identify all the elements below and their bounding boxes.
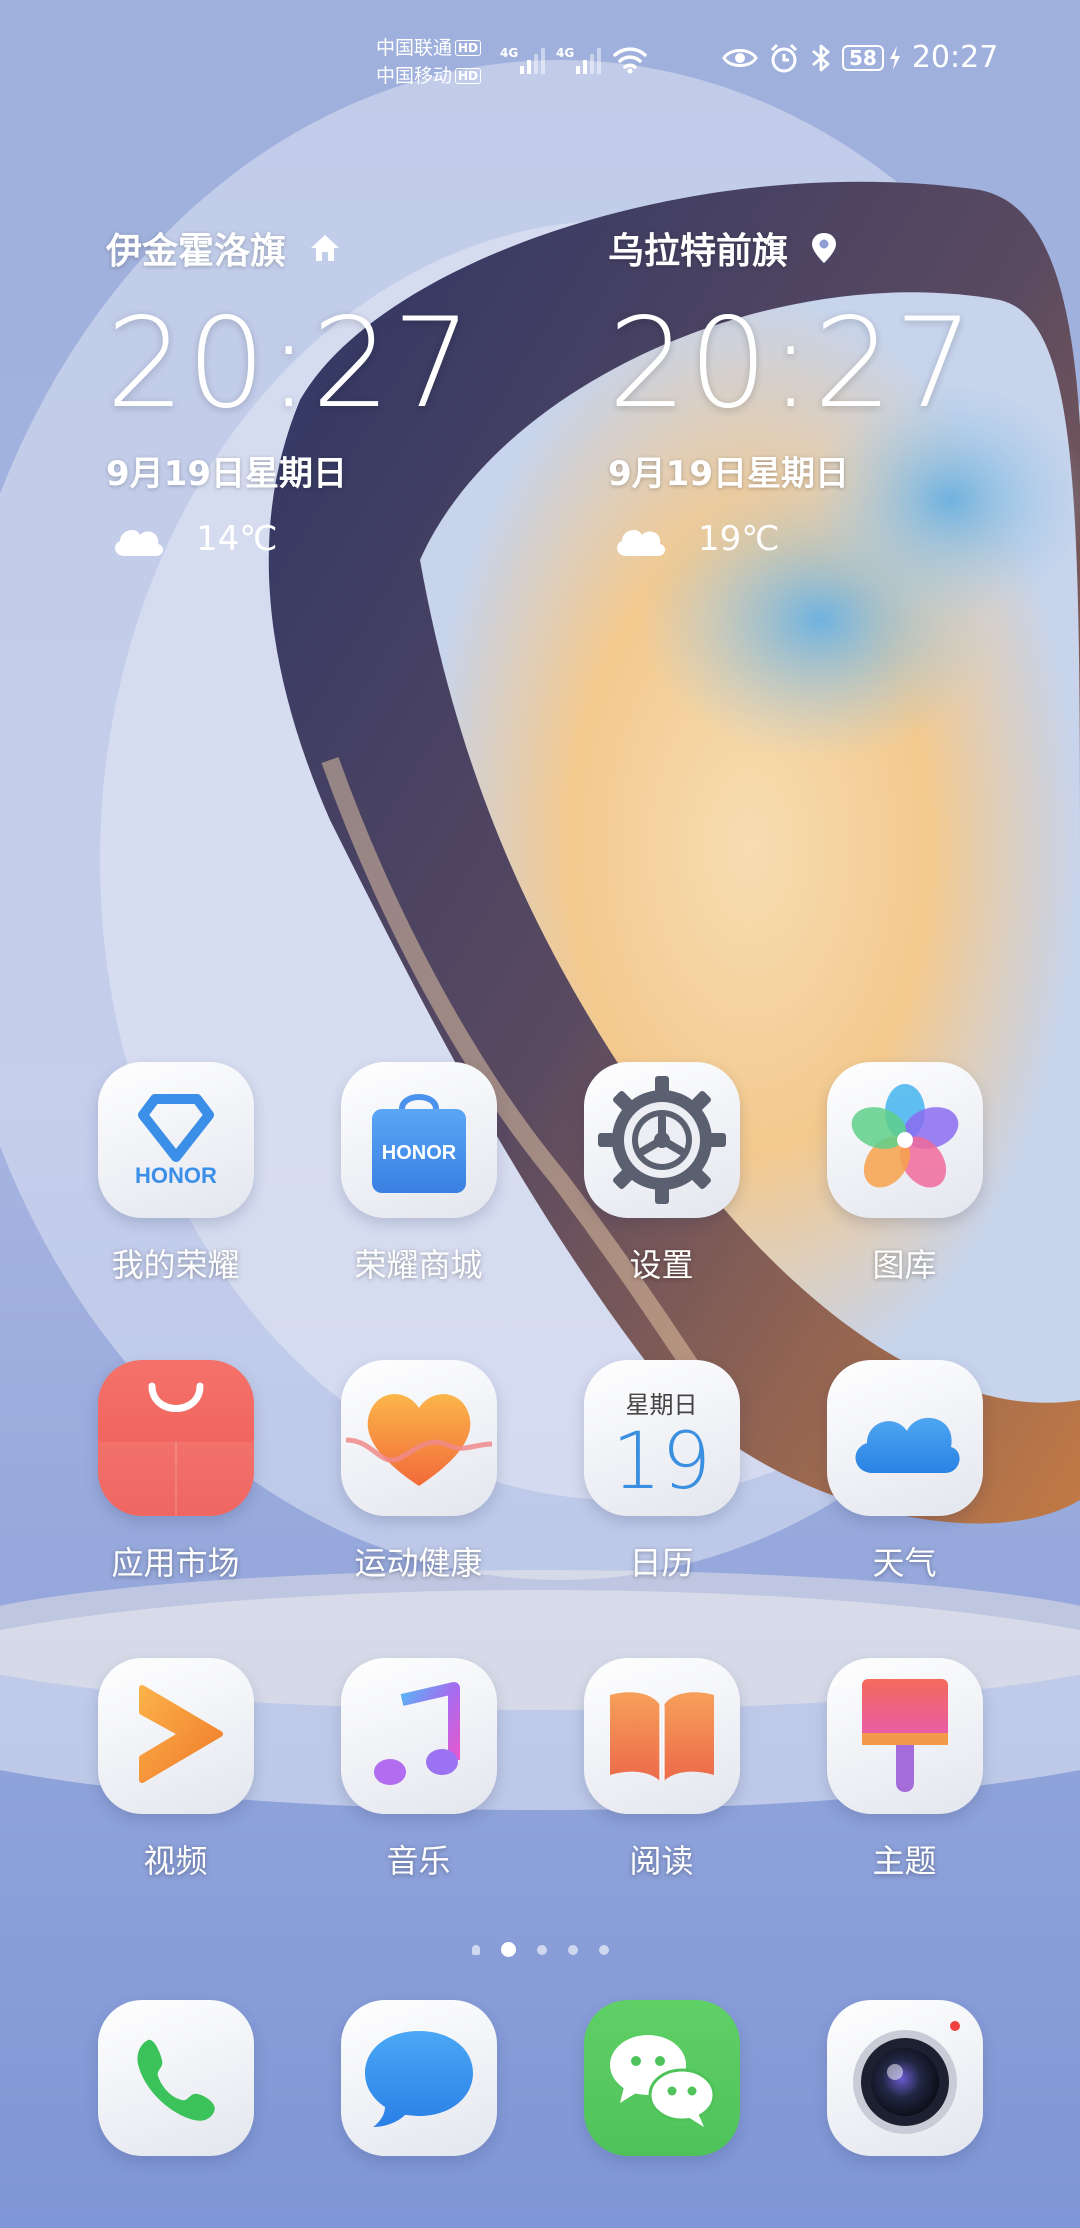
gallery-flower-icon[interactable]	[826, 1062, 983, 1218]
clock-widget-current[interactable]: 乌拉特前旗 20:27 9月19日星期日 19℃	[608, 222, 1028, 559]
clock-widget-home[interactable]: 伊金霍洛旗 20:27 9月19日星期日 14℃	[106, 222, 526, 559]
app-weather[interactable]: 天气	[783, 1360, 1026, 1584]
clock-city-name: 乌拉特前旗	[608, 231, 789, 272]
app-calendar[interactable]: 星期日 19 日历	[540, 1360, 783, 1584]
app-label: 日历	[629, 1544, 694, 1582]
clock-date: 9月19日星期日	[106, 454, 347, 494]
app-label: 设置	[629, 1246, 694, 1284]
app-label: 音乐	[386, 1842, 451, 1880]
clock-time: 20:27	[608, 292, 976, 436]
location-pin-icon	[812, 233, 837, 263]
clock-date: 9月19日星期日	[608, 454, 849, 494]
signal-1-icon: 4G	[500, 44, 546, 74]
app-label: 阅读	[629, 1842, 694, 1880]
battery-level: 58	[842, 44, 884, 71]
status-bar: 中国联通 HD 中国移动 HD 4G 4G 58 20:27	[0, 0, 1080, 110]
page-dot[interactable]	[536, 1944, 547, 1955]
app-music[interactable]: 音乐	[297, 1658, 540, 1882]
gear-icon[interactable]	[583, 1062, 740, 1218]
alarm-icon	[770, 43, 798, 72]
carrier-1-name: 中国联通	[376, 37, 453, 59]
calendar-day: 19	[611, 1416, 712, 1507]
network-type-2: 4G	[556, 46, 575, 60]
page-dot[interactable]	[598, 1944, 609, 1955]
clock-weather: 14℃	[106, 519, 526, 559]
cloud-icon[interactable]	[826, 1360, 983, 1516]
clock-city-name: 伊金霍洛旗	[106, 231, 287, 272]
camera-lens-icon[interactable]	[827, 2000, 983, 2156]
app-label: 图库	[872, 1246, 937, 1284]
app-market-bag-icon[interactable]	[97, 1360, 254, 1516]
paint-brush-icon[interactable]	[826, 1658, 983, 1814]
carrier-2-name: 中国移动	[376, 65, 453, 87]
home-icon	[311, 235, 340, 261]
app-label: 运动健康	[354, 1544, 483, 1582]
wechat-icon[interactable]	[584, 2000, 740, 2156]
app-video[interactable]: 视频	[54, 1658, 297, 1882]
eye-comfort-icon	[722, 48, 758, 67]
wifi-icon	[613, 47, 647, 74]
calendar-icon[interactable]: 星期日 19	[583, 1360, 740, 1516]
book-icon[interactable]	[583, 1658, 740, 1814]
carrier-info: 中国联通 HD 中国移动 HD	[376, 34, 482, 90]
clock-weather: 19℃	[608, 519, 1028, 559]
message-bubble-icon[interactable]	[341, 2000, 497, 2156]
dock-messages[interactable]	[341, 2000, 497, 2156]
svg-text:HONOR: HONOR	[381, 1142, 456, 1164]
phone-icon[interactable]	[98, 2000, 254, 2156]
honor-store-bag-icon[interactable]: HONOR	[340, 1062, 497, 1218]
cloud-icon	[115, 530, 164, 556]
page-indicator[interactable]	[0, 1942, 1080, 1957]
clock-time: 20:27	[106, 292, 474, 436]
honor-diamond-icon[interactable]: HONOR	[97, 1062, 254, 1218]
clock-temperature: 19℃	[698, 519, 780, 559]
bluetooth-icon	[812, 44, 830, 71]
page-dot[interactable]	[567, 1944, 578, 1955]
svg-text:HONOR: HONOR	[135, 1163, 217, 1188]
charging-icon	[889, 45, 900, 70]
app-label: 我的荣耀	[111, 1246, 240, 1284]
page-dot-active[interactable]	[500, 1942, 516, 1957]
app-themes[interactable]: 主题	[783, 1658, 1026, 1882]
app-my-honor[interactable]: HONOR 我的荣耀	[54, 1062, 297, 1286]
app-reading[interactable]: 阅读	[540, 1658, 783, 1882]
dock-phone[interactable]	[98, 2000, 254, 2156]
status-time: 20:27	[911, 40, 999, 75]
signal-2-icon: 4G	[556, 44, 602, 74]
app-honor-store[interactable]: HONOR 荣耀商城	[297, 1062, 540, 1286]
network-type-1: 4G	[500, 46, 519, 60]
hint-page-icon[interactable]	[471, 1944, 480, 1955]
calendar-weekday: 星期日	[625, 1390, 698, 1419]
heart-icon[interactable]	[340, 1360, 497, 1516]
clock-temperature: 14℃	[196, 519, 278, 559]
app-label: 视频	[143, 1842, 208, 1880]
cloud-icon	[617, 530, 666, 556]
app-health[interactable]: 运动健康	[297, 1360, 540, 1584]
video-play-icon[interactable]	[97, 1658, 254, 1814]
app-label: 应用市场	[111, 1544, 240, 1582]
app-label: 荣耀商城	[354, 1246, 483, 1284]
app-label: 天气	[872, 1544, 937, 1582]
app-settings[interactable]: 设置	[540, 1062, 783, 1286]
app-label: 主题	[872, 1842, 937, 1880]
app-app-market[interactable]: 应用市场	[54, 1360, 297, 1584]
music-note-icon[interactable]	[340, 1658, 497, 1814]
app-gallery[interactable]: 图库	[783, 1062, 1026, 1286]
dock-camera[interactable]	[827, 2000, 983, 2156]
hd-badge-1: HD	[455, 40, 482, 56]
dock-wechat[interactable]	[584, 2000, 740, 2156]
hd-badge-2: HD	[455, 68, 482, 84]
